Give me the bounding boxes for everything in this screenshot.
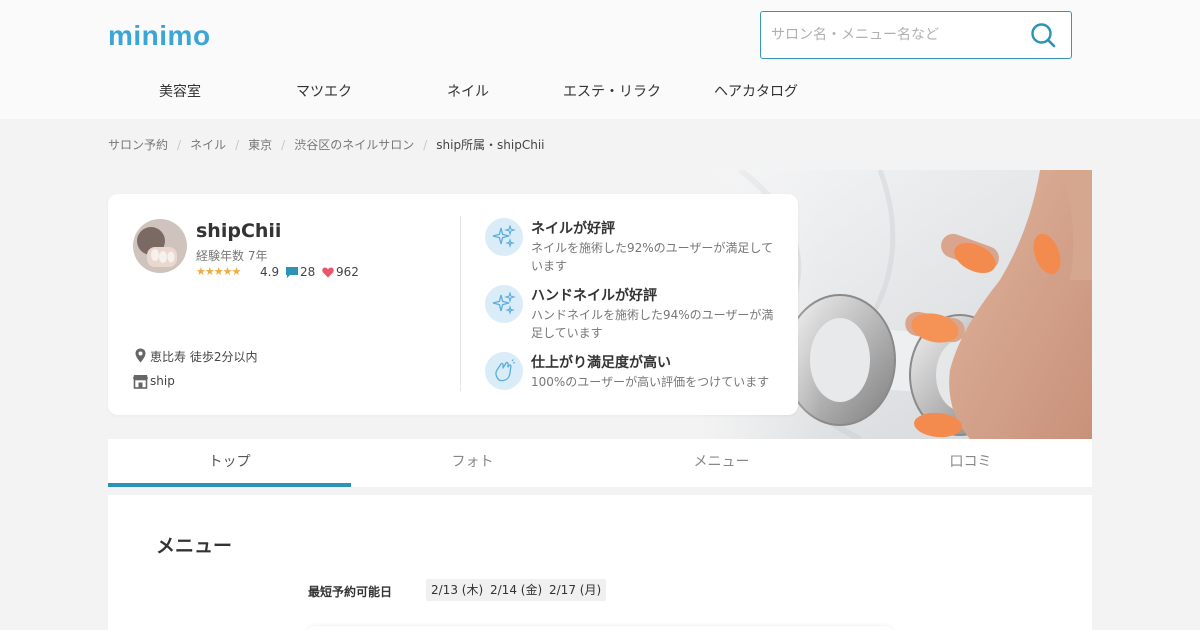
menu-section: メニュー 最短予約可能日 2/13 (木) 2/14 (金) 2/17 (月) — [108, 495, 1092, 630]
stylist-profile-card: shipChii 経験年数 7年 ★★★★★ 4.9 28 962 恵比寿 徒歩… — [108, 194, 798, 415]
breadcrumb-separator: / — [177, 138, 182, 152]
breadcrumb-separator: / — [281, 138, 286, 152]
card-divider — [460, 216, 461, 391]
menu-section-title: メニュー — [156, 535, 233, 557]
available-date-chip[interactable]: 2/13 (木) — [426, 579, 489, 601]
feature-hand-nail-popular: ハンドネイルが好評 ハンドネイルを施術した94%のユーザーが満足しています — [485, 285, 785, 345]
avatar-image — [133, 219, 187, 273]
feature-nail-popular: ネイルが好評 ネイルを施術した92%のユーザーが満足しています — [485, 218, 785, 278]
available-date-chip[interactable]: 2/14 (金) — [485, 579, 548, 601]
comment-icon — [286, 267, 298, 278]
star-rating-icon: ★★★★★ — [196, 265, 241, 278]
available-date-chip[interactable]: 2/17 (月) — [544, 579, 607, 601]
site-header: minimo 美容室 マツエク ネイル エステ・リラク ヘアカタログ — [0, 0, 1200, 119]
breadcrumb-item[interactable]: ネイル — [190, 136, 226, 153]
earliest-booking-label: 最短予約可能日 — [308, 585, 393, 599]
tab-top[interactable]: トップ — [108, 439, 351, 487]
feature-finish-satisfaction: 仕上がり満足度が高い 100%のユーザーが高い評価をつけています — [485, 352, 785, 412]
nav-item-nail[interactable]: ネイル — [447, 72, 489, 112]
search-box[interactable] — [760, 11, 1072, 59]
rating-value: 4.9 — [260, 265, 280, 279]
breadcrumb-current: ship所属・shipChii — [436, 138, 545, 152]
shop-icon — [133, 375, 148, 389]
tab-menu[interactable]: メニュー — [600, 439, 843, 487]
breadcrumb: サロン予約 / ネイル / 東京 / 渋谷区のネイルサロン / ship所属・shipChii — [108, 136, 545, 153]
shop-name-link[interactable]: ship — [150, 374, 175, 388]
map-pin-icon — [135, 348, 146, 363]
heart-icon — [322, 267, 334, 278]
nav-item-hair-catalog[interactable]: ヘアカタログ — [714, 72, 798, 112]
feature-title: ネイルが好評 — [531, 221, 615, 237]
stylist-tabs: トップ フォト メニュー 口コミ — [108, 439, 1092, 487]
breadcrumb-item[interactable]: 東京 — [248, 136, 272, 153]
breadcrumb-item[interactable]: 渋谷区のネイルサロン — [294, 136, 414, 153]
search-input[interactable] — [771, 12, 1021, 58]
menu-item-card[interactable] — [308, 626, 892, 630]
minimo-logo[interactable]: minimo — [108, 20, 211, 52]
location-text: 恵比寿 徒歩2分以内 — [150, 350, 258, 364]
feature-description: 100%のユーザーが高い評価をつけています — [531, 375, 770, 389]
favorite-count: 962 — [336, 265, 359, 279]
tab-reviews[interactable]: 口コミ — [849, 439, 1092, 487]
stylist-avatar[interactable] — [133, 219, 187, 273]
sparkle-icon — [485, 218, 523, 256]
search-icon[interactable] — [1029, 21, 1057, 49]
breadcrumb-separator: / — [423, 138, 428, 152]
breadcrumb-item[interactable]: サロン予約 — [108, 136, 168, 153]
feature-title: 仕上がり満足度が高い — [531, 355, 671, 371]
clap-icon — [485, 352, 523, 390]
feature-description: ネイルを施術した92%のユーザーが満足しています — [531, 241, 774, 273]
review-count[interactable]: 28 — [300, 265, 315, 279]
nav-item-hair[interactable]: 美容室 — [159, 72, 201, 112]
experience-years: 経験年数 7年 — [196, 249, 268, 263]
nav-item-eyelash[interactable]: マツエク — [296, 72, 352, 112]
feature-title: ハンドネイルが好評 — [531, 288, 657, 304]
tab-photo[interactable]: フォト — [351, 439, 594, 487]
nav-item-esthe[interactable]: エステ・リラク — [563, 72, 661, 112]
sparkle-icon — [485, 285, 523, 323]
stylist-name: shipChii — [196, 220, 282, 242]
feature-description: ハンドネイルを施術した94%のユーザーが満足しています — [531, 308, 774, 340]
breadcrumb-separator: / — [235, 138, 240, 152]
